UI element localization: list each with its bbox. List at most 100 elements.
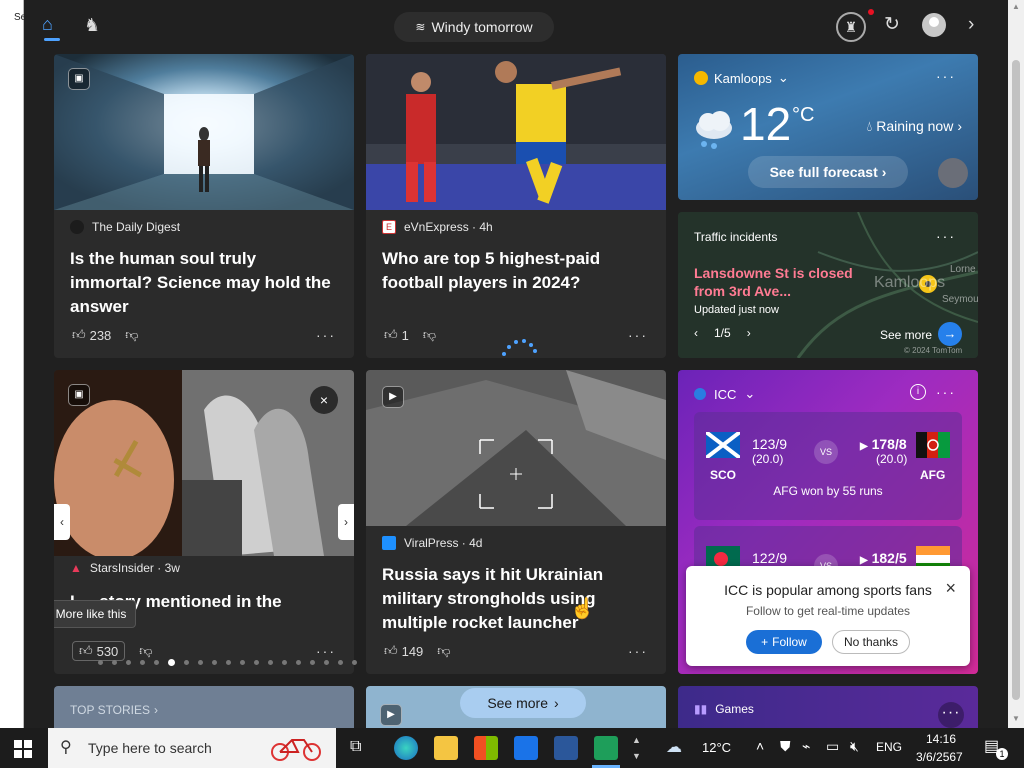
- carousel-dot[interactable]: [282, 660, 287, 665]
- clock-time[interactable]: 14:16: [926, 732, 956, 746]
- headline[interactable]: Who are top 5 highest-paid football play…: [382, 247, 650, 295]
- more-options-icon[interactable]: ···: [936, 384, 956, 400]
- more-options-icon[interactable]: ···: [938, 702, 964, 728]
- chevron-up-icon[interactable]: ˄: [756, 738, 764, 754]
- carousel-dot[interactable]: [198, 660, 203, 665]
- carousel-dot-active[interactable]: [168, 659, 175, 666]
- more-options-icon[interactable]: ···: [316, 327, 336, 343]
- taskbar-scroll[interactable]: ▲ ▼: [632, 732, 641, 764]
- more-options-icon[interactable]: ···: [316, 643, 336, 659]
- taskbar-search-box[interactable]: ⚲ Type here to search: [48, 728, 336, 768]
- follow-button[interactable]: + Follow: [746, 630, 822, 654]
- refresh-icon[interactable]: ↻: [884, 15, 900, 35]
- carousel-dot[interactable]: [310, 660, 315, 665]
- no-thanks-button[interactable]: No thanks: [832, 630, 910, 654]
- close-icon[interactable]: ×: [945, 578, 956, 599]
- weather-card[interactable]: Kamloops ⌄ ··· 12 °C 💧︎ Raining now › Se…: [678, 54, 978, 200]
- aerial-video-thumbnail[interactable]: ▶: [366, 370, 666, 526]
- news-card-soul[interactable]: ▣ The Daily Digest Is the human soul tru…: [54, 54, 354, 358]
- chevron-right-icon[interactable]: ›: [747, 326, 751, 340]
- security-icon[interactable]: ⛊: [780, 738, 791, 755]
- prayer-image[interactable]: ▣ × ‹ ›: [54, 370, 354, 556]
- news-card-football[interactable]: E eVnExpress · 4h Who are top 5 highest-…: [366, 54, 666, 358]
- windows-start-icon[interactable]: [14, 740, 32, 758]
- traffic-incident[interactable]: Lansdowne St is closed from 3rd Ave...: [694, 264, 854, 300]
- traffic-card[interactable]: Kamloops Lorne Seymou © 2024 TomTom Traf…: [678, 212, 978, 358]
- thumbs-up-icon[interactable]: 👍︎: [384, 327, 398, 343]
- tunnel-image[interactable]: ▣: [54, 54, 354, 210]
- icc-header[interactable]: ICC ⌄: [694, 386, 755, 402]
- carousel-dot[interactable]: [154, 660, 159, 665]
- more-options-icon[interactable]: ···: [936, 228, 956, 244]
- carousel-prev-icon[interactable]: ‹: [54, 504, 70, 540]
- carousel-dot[interactable]: [112, 660, 117, 665]
- app-icon[interactable]: [554, 736, 578, 760]
- headline[interactable]: Russia says it hit Ukrainian military st…: [382, 563, 650, 635]
- home-icon[interactable]: ⌂: [42, 14, 53, 34]
- like-button[interactable]: 👍︎ 530: [72, 641, 126, 661]
- carousel-dot[interactable]: [226, 660, 231, 665]
- carousel-dot[interactable]: [324, 660, 329, 665]
- more-options-icon[interactable]: ···: [628, 643, 648, 659]
- widgets-icon[interactable]: ♞: [84, 15, 100, 35]
- traffic-see-more[interactable]: See more: [880, 328, 932, 342]
- carousel-dot[interactable]: [212, 660, 217, 665]
- thumbs-up-icon[interactable]: 👍︎: [384, 643, 398, 659]
- top-stories-header[interactable]: TOP STORIES ›: [70, 703, 158, 717]
- weather-pill[interactable]: ≋ Windy tomorrow: [394, 12, 554, 42]
- clock-date[interactable]: 3/6/2567: [916, 750, 963, 764]
- arrow-right-icon[interactable]: →: [938, 322, 962, 346]
- carousel-next-icon[interactable]: ›: [338, 504, 354, 540]
- scroll-up-icon[interactable]: ▲: [1008, 0, 1024, 14]
- carousel-dot[interactable]: [126, 660, 131, 665]
- scroll-thumb[interactable]: [1012, 60, 1020, 700]
- news-card-prayer[interactable]: ▣ × ‹ › ▲ StarsInsider · 3w L... story m…: [54, 370, 354, 674]
- rewards-icon[interactable]: ♜: [836, 12, 866, 42]
- carousel-dot[interactable]: [268, 660, 273, 665]
- match-card-1[interactable]: SCO 123/9 (20.0) VS ▶ 178/8 (20.0) AFG A…: [694, 412, 962, 520]
- chevron-right-icon[interactable]: ›: [968, 15, 974, 35]
- carousel-dot[interactable]: [296, 660, 301, 665]
- see-more-button[interactable]: See more ›: [460, 688, 586, 718]
- carousel-dot[interactable]: [254, 660, 259, 665]
- widgets-taskbar-icon[interactable]: [594, 736, 618, 760]
- carousel-dot[interactable]: [338, 660, 343, 665]
- rain-status[interactable]: 💧︎ Raining now ›: [867, 118, 962, 135]
- taskbar-weather-temp[interactable]: 12°C: [702, 740, 731, 755]
- chevron-left-icon[interactable]: ‹: [694, 326, 698, 340]
- headline[interactable]: Is the human soul truly immortal? Scienc…: [70, 247, 338, 319]
- network-icon[interactable]: ⌁: [802, 738, 810, 755]
- carousel-dot[interactable]: [240, 660, 245, 665]
- language-indicator[interactable]: ENG: [876, 740, 902, 754]
- carousel-dot[interactable]: [184, 660, 189, 665]
- carousel-dot[interactable]: [98, 660, 103, 665]
- carousel-dot[interactable]: [140, 660, 145, 665]
- news-card-russia[interactable]: ▶ ViralPress · 4d Russia says it hit Ukr…: [366, 370, 666, 674]
- thumbs-down-icon[interactable]: 👎︎: [125, 327, 138, 343]
- thumbs-up-icon[interactable]: 👍︎: [72, 327, 86, 343]
- games-card[interactable]: ▮▮ Games ···: [678, 686, 978, 728]
- file-explorer-icon[interactable]: [434, 736, 458, 760]
- more-options-icon[interactable]: ···: [628, 327, 648, 343]
- thumbs-down-icon[interactable]: 👎︎: [437, 643, 450, 659]
- football-image[interactable]: [366, 54, 666, 210]
- store-icon[interactable]: [474, 736, 498, 760]
- carousel-dot[interactable]: [352, 660, 357, 665]
- weather-location[interactable]: Kamloops ⌄: [694, 70, 789, 86]
- thumbs-down-icon[interactable]: 👎︎: [423, 327, 436, 343]
- more-options-icon[interactable]: ···: [936, 68, 956, 84]
- panel-scrollbar[interactable]: ▲ ▼: [1008, 0, 1024, 728]
- mail-icon[interactable]: [514, 736, 538, 760]
- avatar[interactable]: [922, 13, 946, 37]
- thumbs-down-icon[interactable]: 👎︎: [139, 643, 152, 659]
- close-icon[interactable]: ×: [310, 386, 338, 414]
- see-full-forecast-button[interactable]: See full forecast ›: [748, 156, 908, 188]
- edge-icon[interactable]: [394, 736, 418, 760]
- top-stories-card[interactable]: TOP STORIES ›: [54, 686, 354, 728]
- task-view-icon[interactable]: ⧉: [350, 738, 361, 756]
- speaker-muted-icon[interactable]: 🔇︎: [850, 738, 859, 755]
- weather-map-thumbnail[interactable]: [938, 158, 968, 188]
- scroll-down-icon[interactable]: ▼: [1008, 712, 1024, 726]
- info-icon[interactable]: i: [910, 384, 926, 400]
- games-header[interactable]: ▮▮ Games: [694, 702, 754, 716]
